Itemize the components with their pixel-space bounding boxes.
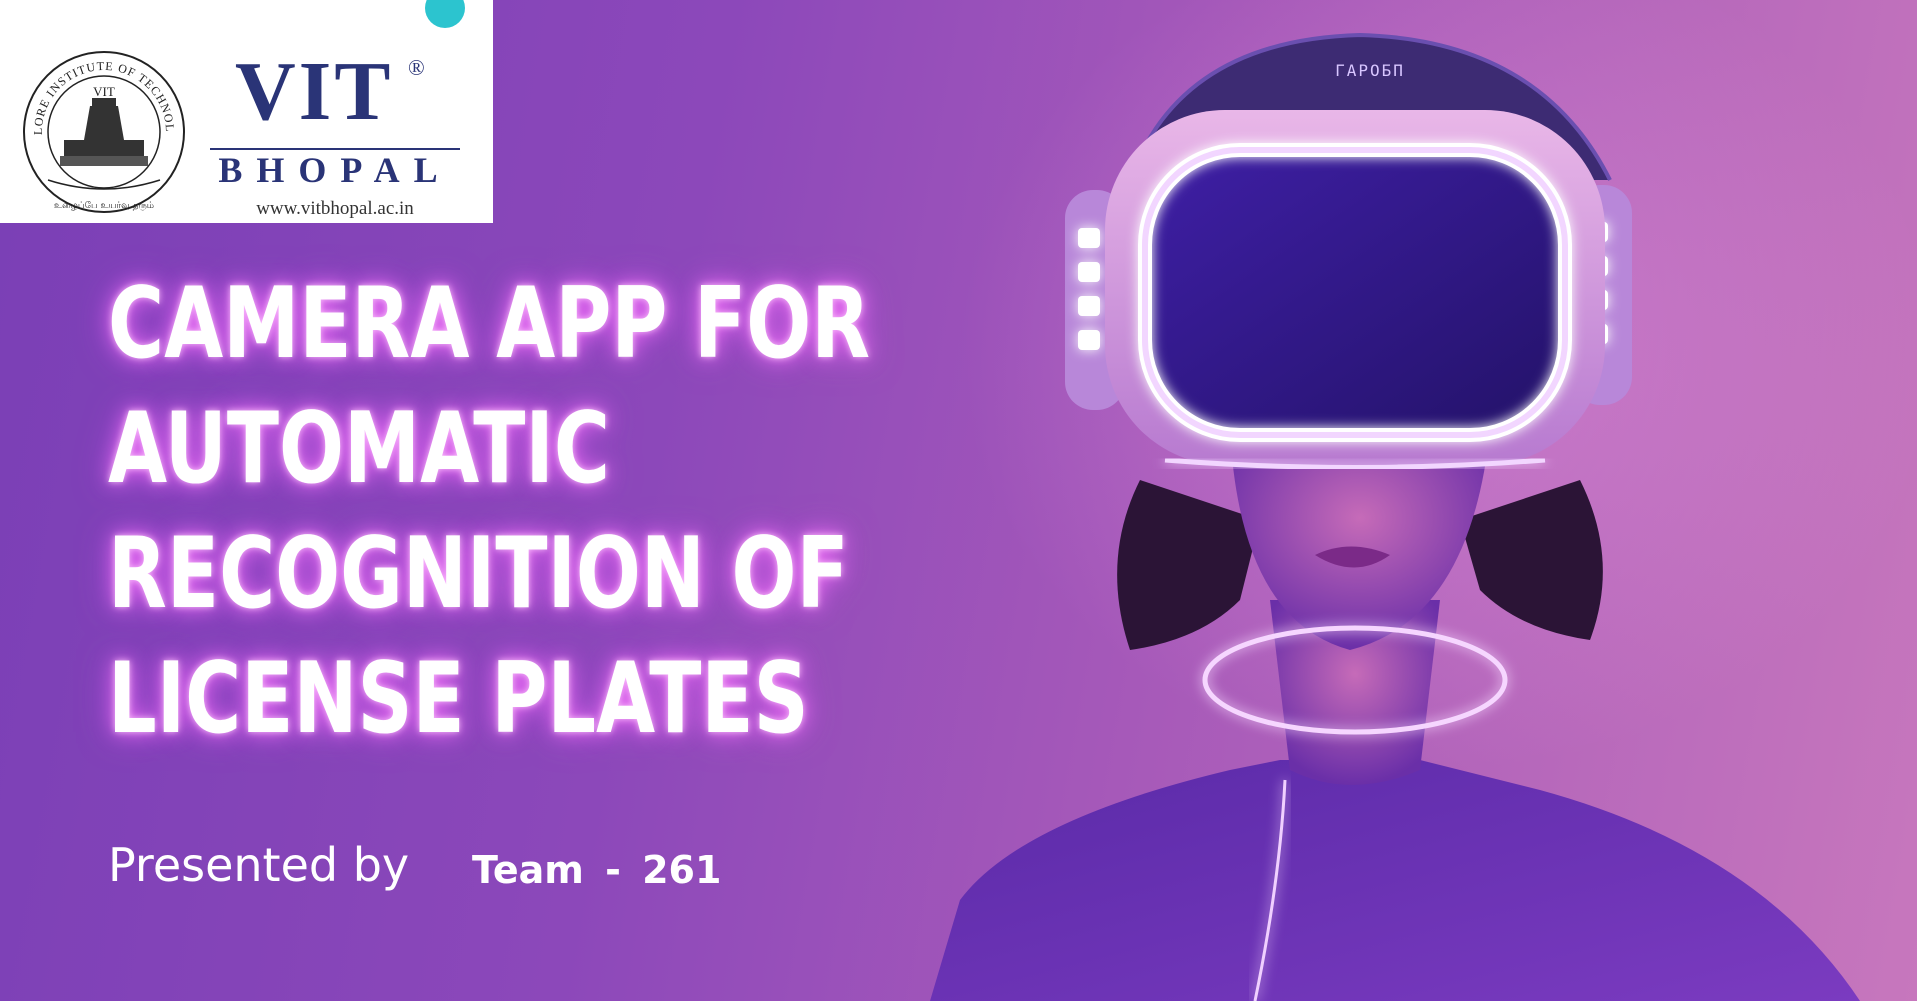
presented-by-label: Presented by — [108, 838, 410, 892]
title-line-3: RECOGNITION OF — [108, 517, 849, 631]
campus-name: BHOPAL — [218, 150, 452, 190]
vit-logo-card: VELLORE INSTITUTE OF TECHNOLOGY VIT உழைப… — [0, 0, 493, 223]
team-name: Team - 261 — [472, 848, 722, 892]
registered-mark: ® — [408, 55, 425, 80]
headset-label: ГАРОБП — [1335, 61, 1405, 80]
presentation-title: CAMERA APP FOR AUTOMATIC RECOGNITION OF … — [108, 262, 871, 762]
vr-headset-person-illustration: ГАРОБП — [930, 32, 1860, 1001]
vit-logo-name: VIT — [235, 45, 394, 138]
title-line-2: AUTOMATIC — [108, 392, 610, 506]
seal-center-text: VIT — [93, 84, 115, 99]
title-line-4: LICENSE PLATES — [108, 642, 809, 756]
vit-seal-icon: VELLORE INSTITUTE OF TECHNOLOGY VIT உழைப… — [20, 48, 185, 213]
website-url: www.vitbhopal.ac.in — [256, 198, 414, 219]
title-line-1: CAMERA APP FOR — [108, 267, 871, 381]
seal-bottom-text: உழைப்பே உயர்வு தரும் — [54, 201, 154, 211]
